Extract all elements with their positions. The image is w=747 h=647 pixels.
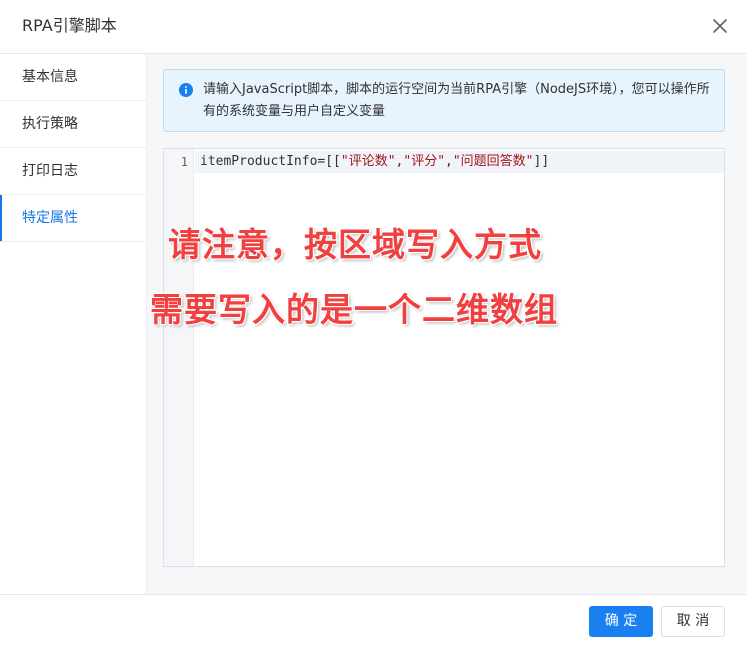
sidebar-item-specific-attributes[interactable]: 特定属性 — [0, 195, 146, 242]
code-line[interactable]: itemProductInfo=[["评论数","评分","问题回答数"]] — [200, 153, 549, 171]
line-number: 1 — [180, 155, 188, 169]
dialog-header: RPA引擎脚本 — [0, 0, 747, 54]
code-string: "问题回答数" — [452, 154, 534, 169]
alert-text: 请输入JavaScript脚本，脚本的运行空间为当前RPA引擎（NodeJS环境… — [203, 82, 710, 119]
code-token: , — [445, 154, 453, 169]
dialog-title: RPA引擎脚本 — [22, 16, 117, 35]
code-token: ]] — [533, 154, 550, 169]
sidebar: 基本信息 执行策略 打印日志 特定属性 — [0, 54, 147, 594]
code-string: "评论数" — [340, 154, 396, 169]
code-editor[interactable]: 1 itemProductInfo=[["评论数","评分","问题回答数"]] — [163, 148, 725, 567]
close-button[interactable] — [709, 15, 731, 37]
info-alert: 请输入JavaScript脚本，脚本的运行空间为当前RPA引擎（NodeJS环境… — [163, 69, 725, 132]
sidebar-item-basic-info[interactable]: 基本信息 — [0, 54, 146, 101]
cancel-button[interactable]: 取 消 — [661, 606, 725, 637]
sidebar-item-label: 基本信息 — [22, 69, 78, 85]
sidebar-item-execution-strategy[interactable]: 执行策略 — [0, 101, 146, 148]
sidebar-item-label: 执行策略 — [22, 116, 78, 132]
code-string: "评分" — [403, 154, 446, 169]
sidebar-item-label: 打印日志 — [22, 163, 78, 179]
sidebar-item-print-log[interactable]: 打印日志 — [0, 148, 146, 195]
rpa-script-dialog: RPA引擎脚本 基本信息 执行策略 打印日志 特定属性 请输入JavaScrip… — [0, 0, 747, 647]
annotation-line-2: 需要写入的是一个二维数组 — [150, 290, 558, 329]
sidebar-item-label: 特定属性 — [22, 210, 78, 226]
confirm-button[interactable]: 确 定 — [589, 606, 653, 637]
code-token: itemProductInfo=[[ — [200, 154, 341, 169]
editor-gutter: 1 — [164, 149, 194, 566]
annotation-line-1: 请注意，按区域写入方式 — [168, 225, 542, 264]
info-icon — [179, 83, 193, 97]
close-icon — [713, 19, 727, 33]
dialog-footer: 确 定 取 消 — [0, 594, 747, 647]
